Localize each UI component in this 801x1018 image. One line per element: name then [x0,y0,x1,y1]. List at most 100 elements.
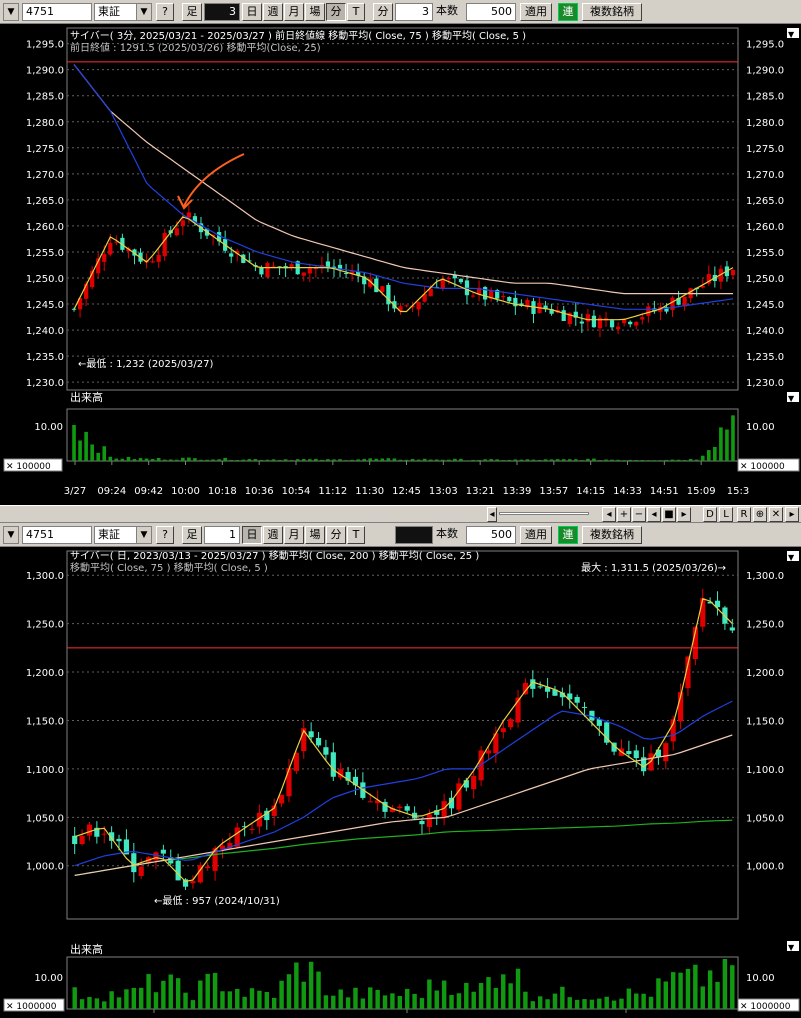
zoom-out-button[interactable]: − [632,507,646,522]
session-button[interactable]: 場 [305,526,325,544]
market-dropdown-icon[interactable]: ▼ [136,526,152,544]
volume-bar [301,981,306,1009]
legend-line-2: 移動平均( Close, 75 ) 移動平均( Close, 5 ) [70,561,268,574]
volume-bar [308,961,314,1009]
close-icon[interactable]: ✕ [769,507,783,522]
help-button[interactable]: ? [156,526,174,544]
symbol-code-input[interactable]: 4751 [22,526,92,544]
menu-dropdown-icon[interactable]: ▼ [3,3,19,21]
count-label: 本数 [436,527,458,540]
scroll-back-button[interactable]: ◂ [647,507,661,522]
day-button[interactable]: 日 [242,3,262,21]
unit-input[interactable]: 3 [395,3,433,21]
volume-bar [314,458,318,461]
scroll-end-arrow[interactable]: ▸ [785,507,799,522]
month-button[interactable]: 月 [284,3,304,21]
help-button[interactable]: ? [156,3,174,21]
week-button[interactable]: 週 [263,3,283,21]
period-input[interactable]: 3 [204,3,240,21]
count-input[interactable]: 500 [466,3,516,21]
volume-bar [641,993,646,1009]
tick-button[interactable]: T [347,3,365,21]
volume-bar [725,429,729,461]
unit-input[interactable] [395,526,433,544]
volume-bar [259,459,264,461]
session-button[interactable]: 場 [305,3,325,21]
volume-bar [465,460,469,461]
multi-symbol-button[interactable]: 複数銘柄 [582,526,642,544]
zoom-in-button[interactable]: + [617,507,631,522]
scroll-forward-button[interactable]: ▸ [677,507,691,522]
price-tick-right: 1,250.0 [746,620,784,631]
zoom-icon[interactable]: ⊕ [753,507,767,522]
candle-body [628,321,633,325]
volume-bar [116,997,122,1009]
apply-button[interactable]: 適用 [520,526,552,544]
volume-bar [161,980,166,1009]
volume-bar [419,998,425,1009]
scroll-left-arrow[interactable]: ◂ [487,507,497,522]
d-button[interactable]: D [703,507,717,522]
price-tick-left: 1,050.0 [26,813,64,824]
volume-bar [688,459,693,461]
collapse-icon-glyph: ▼ [788,30,795,39]
month-button[interactable]: 月 [284,526,304,544]
candle-body [308,731,314,738]
chart-scrollbar[interactable]: ◂ ◂ + − ◂ ■ ▸ D L R ⊕ ✕ ▸ [0,505,801,523]
candle-body [301,272,306,276]
l-button[interactable]: L [719,507,733,522]
candle-body [609,320,615,328]
volume-bar [109,991,114,1009]
volume-bar [549,459,554,461]
volume-bar [471,991,476,1009]
volume-bar [648,996,654,1009]
volume-bar [664,459,669,461]
day-button[interactable]: 日 [242,526,262,544]
scroll-first-button[interactable]: ◂ [602,507,616,522]
time-tick: 15:3 [727,486,749,497]
scroll-track[interactable] [499,512,589,515]
minute-button[interactable]: 分 [326,526,346,544]
volume-bar [622,460,626,461]
period-input[interactable]: 1 [204,526,240,544]
legend-line-1: サイバー( 日, 2023/03/13 - 2025/03/27 ) 移動平均(… [70,549,479,562]
candle-body [249,828,255,830]
apply-button[interactable]: 適用 [520,3,552,21]
volume-bar [96,452,101,461]
time-tick: 13:03 [429,486,458,497]
volume-bar [398,459,403,461]
price-tick-right: 1,300.0 [746,571,784,582]
week-button[interactable]: 週 [263,526,283,544]
time-tick: 10:36 [245,486,274,497]
count-input[interactable]: 500 [466,526,516,544]
daily-chart-svg[interactable]: 1,300.0 1,300.0 1,250.0 1,250.0 1,200.0 1,200… [0,547,801,1018]
volume-bar [713,446,717,461]
volume-bar [307,459,312,461]
link-toggle[interactable]: 連 [558,526,578,544]
volume-bar [193,458,197,461]
menu-dropdown-icon[interactable]: ▼ [3,526,19,544]
minute-button[interactable]: 分 [326,3,346,21]
link-toggle[interactable]: 連 [558,3,578,21]
legend-line-1: サイバー( 3分, 2025/03/21 - 2025/03/27 ) 前日終値… [70,29,526,42]
intraday-chart-svg[interactable]: 1,295.0 1,295.0 1,290.0 1,290.0 1,285.0 1,285… [0,24,801,505]
candle-body [416,302,421,310]
volume-bar [211,459,215,461]
candle-body [380,286,385,292]
volume-bar [640,460,645,461]
market-dropdown-icon[interactable]: ▼ [136,3,152,21]
stop-button[interactable]: ■ [662,507,676,522]
price-tick-left: 1,100.0 [26,765,64,776]
price-tick-right: 1,285.0 [746,92,784,103]
time-tick: 11:12 [318,486,347,497]
volume-bar [283,459,288,461]
volume-bar [265,459,270,461]
volume-bar [217,459,221,461]
volume-bar [124,989,129,1009]
symbol-code-input[interactable]: 4751 [22,3,92,21]
candle-body [633,750,639,759]
tick-button[interactable]: T [347,526,365,544]
r-button[interactable]: R [737,507,751,522]
multi-symbol-button[interactable]: 複数銘柄 [582,3,642,21]
candle-body [160,849,166,854]
